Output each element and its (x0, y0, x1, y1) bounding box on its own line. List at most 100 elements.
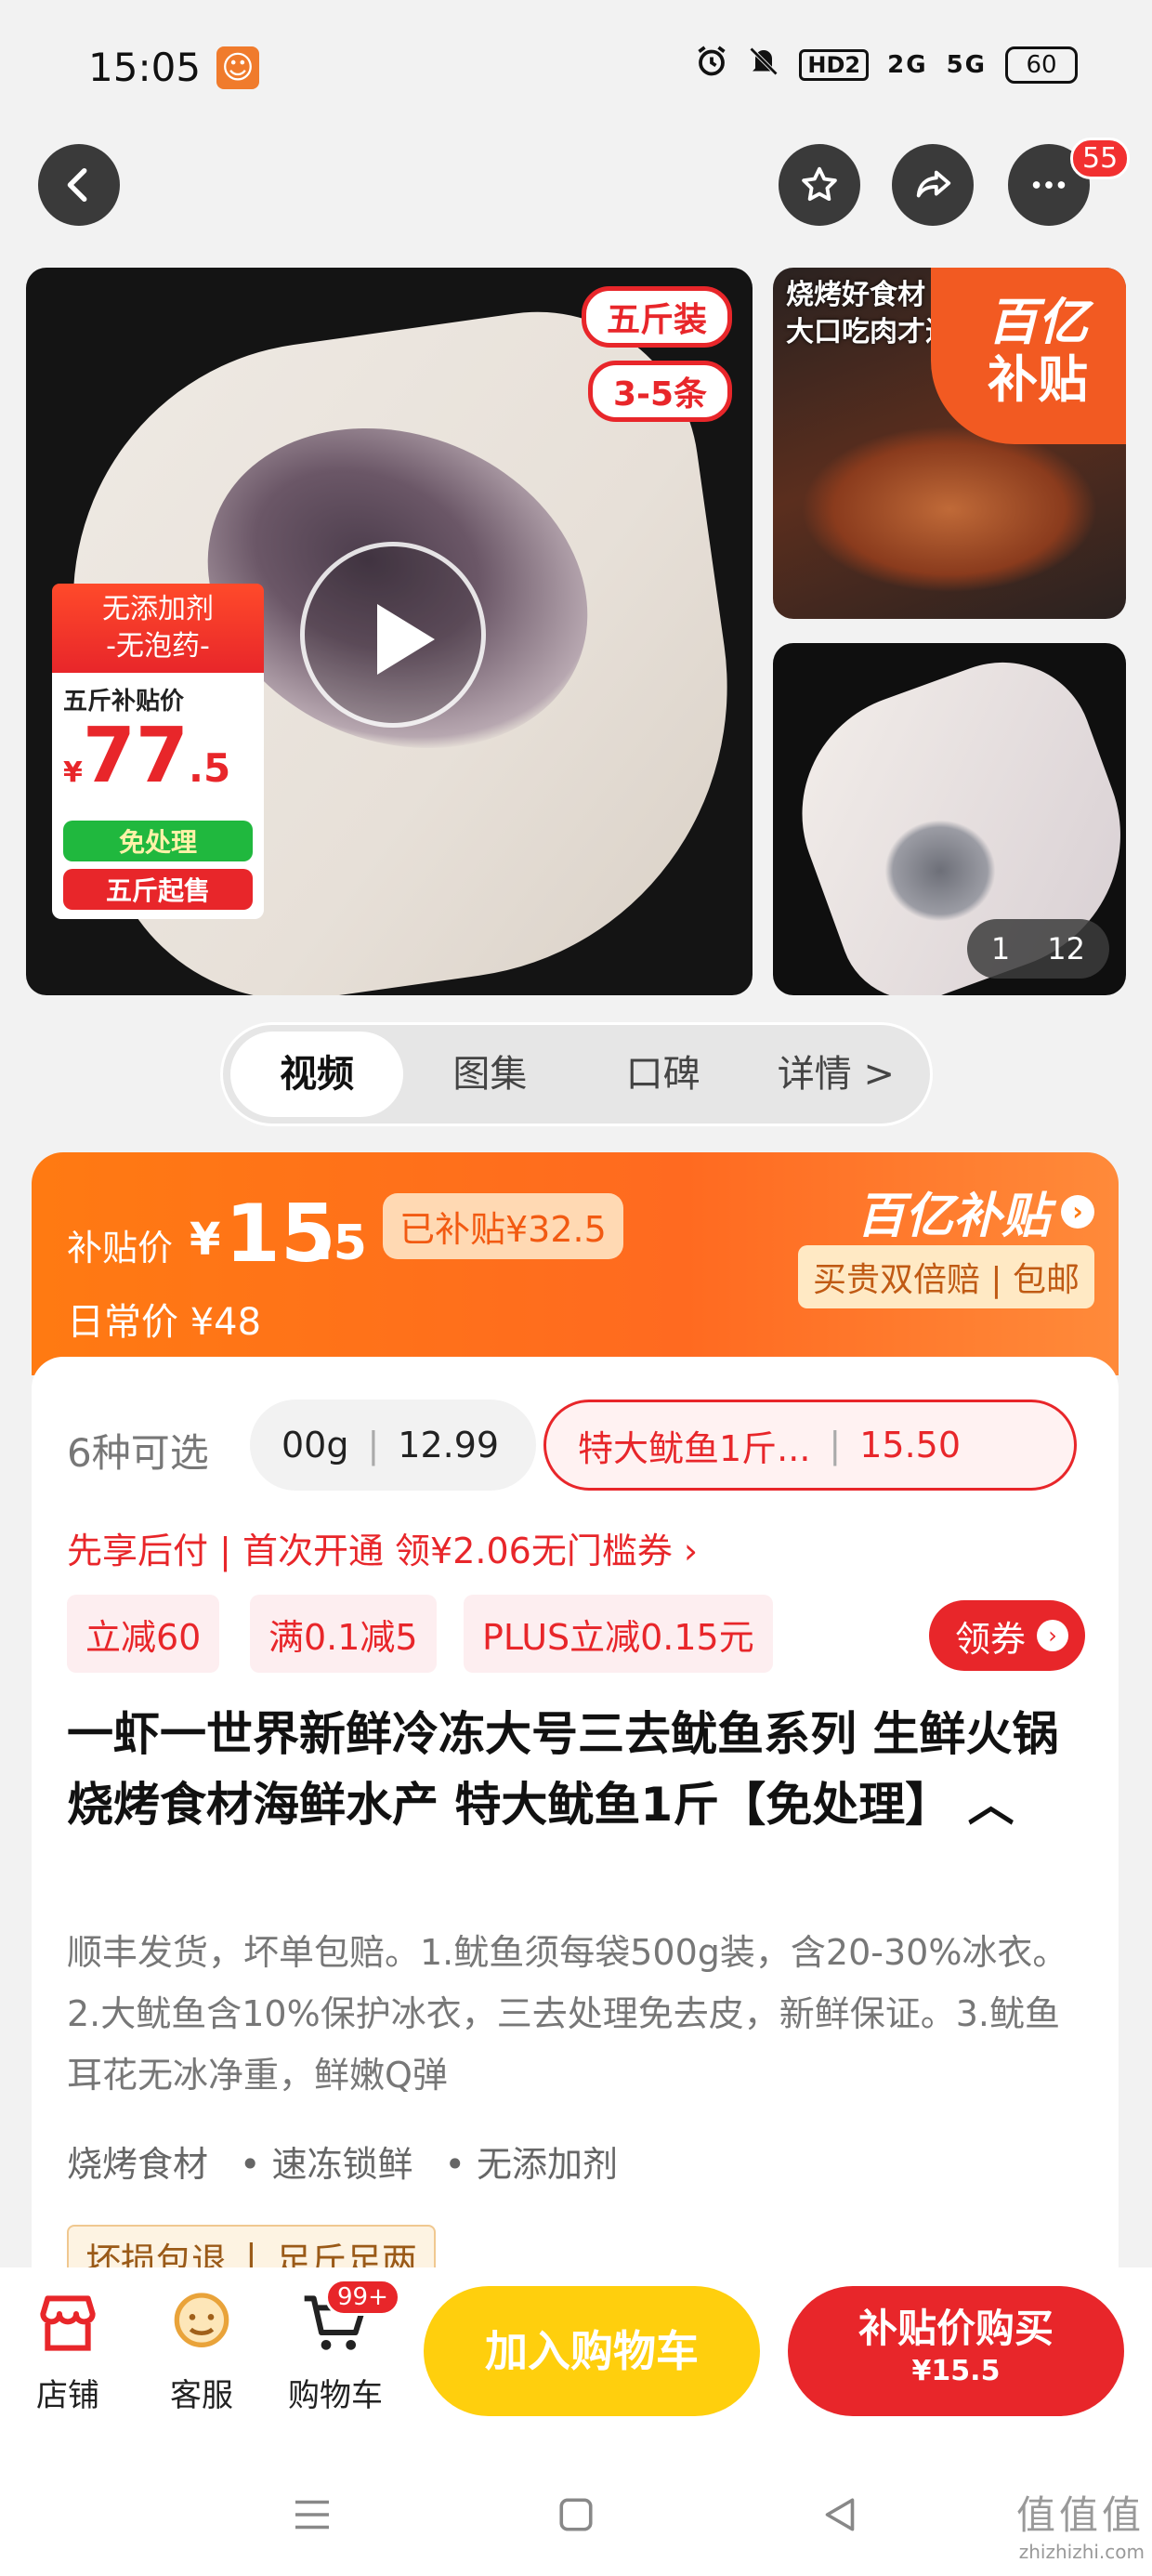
back-triangle-icon[interactable] (815, 2490, 865, 2540)
get-coupon-button[interactable]: 领券 › (928, 1600, 1085, 1671)
image-counter-current: 1 (990, 931, 1011, 966)
thumbnail-caption: 烧烤好食材 大口吃肉才过 (786, 277, 953, 351)
price-header: 补贴价 ¥ 15 .5 已补贴¥32.5 日常价 ¥48 百亿补贴 › 买贵双倍… (32, 1152, 1119, 1375)
image-counter: 1 12 (966, 919, 1109, 979)
media-tabs: 视频 图集 口碑 详情 > (220, 1022, 933, 1126)
status-time: 15:05 (88, 45, 202, 90)
chevron-right-icon: › (1061, 1194, 1094, 1229)
thumbnail-caption-line-2: 大口吃肉才过 (786, 316, 953, 348)
status-bar: 15:05 ☺ HD2 2G 5G 60 (0, 0, 1152, 139)
gallery-main-video[interactable]: 五斤装 3-5条 无添加剂 -无泡药- 五斤补贴价 ¥77.5 免处理 五斤起售 (26, 268, 753, 995)
price-currency: ¥ (190, 1214, 221, 1266)
feature-tag: • 速冻锁鲜 (240, 2144, 413, 2185)
promo-tag-discount: 立减60 (67, 1595, 220, 1673)
watermark-url: zhizhizhi.com (1018, 2541, 1145, 2563)
subsidy-price-label: 补贴价 (67, 1228, 174, 1268)
mute-icon (747, 45, 780, 85)
cart-count-badge: 99+ (325, 2279, 400, 2316)
buy-now-label: 补贴价购买 (857, 2306, 1054, 2351)
alarm-icon (695, 45, 728, 85)
promo-currency: ¥ (63, 756, 83, 789)
app-notification-icon: ☺ (216, 46, 259, 89)
promo-body: 五斤补贴价 ¥77.5 免处理 五斤起售 (52, 673, 264, 919)
subsidy-brand-link[interactable]: 百亿补贴 › (857, 1176, 1094, 1246)
price-dec: .5 (315, 1216, 367, 1271)
sku-option-1[interactable]: 00g | 12.99 (250, 1400, 536, 1491)
subsidy-brand-label: 百亿补贴 (856, 1189, 1050, 1244)
sku-option-2-price: 15.50 (859, 1425, 962, 1465)
gallery-thumbnail-1[interactable]: 烧烤好食材 大口吃肉才过 百亿 补贴 (773, 268, 1126, 619)
tab-gallery[interactable]: 图集 (403, 1032, 576, 1117)
add-to-cart-button[interactable]: 加入购物车 (424, 2286, 760, 2416)
guarantee-pill[interactable]: 买贵双倍赔 | 包邮 (797, 1245, 1094, 1308)
share-icon (916, 170, 951, 198)
share-button[interactable] (892, 144, 974, 226)
subsidy-badge: 百亿 补贴 (931, 268, 1126, 444)
promo-price-int: 77 (82, 712, 189, 800)
daily-price: 日常价 ¥48 (67, 1301, 262, 1344)
subsidy-amount-pill: 已补贴¥32.5 (383, 1193, 623, 1259)
pay-later-link[interactable]: 先享后付 | 首次开通 领¥2.06无门槛券 › (67, 1522, 698, 1573)
sku-separator: | (367, 1425, 380, 1465)
no-prep-chip: 免处理 (63, 821, 253, 861)
sku-option-2-selected[interactable]: 特大鱿鱼1斤... | 15.50 (543, 1400, 1077, 1491)
store-button[interactable]: 店铺 (7, 2286, 128, 2415)
promo-banner-line-2: -无泡药- (106, 630, 210, 663)
promo-banner-line-1: 无添加剂 (102, 593, 214, 625)
promo-card: 无添加剂 -无泡药- 五斤补贴价 ¥77.5 免处理 五斤起售 (52, 584, 264, 919)
signal-2g: 2G (887, 50, 928, 79)
back-button[interactable] (38, 144, 120, 226)
customer-service-icon (174, 2293, 229, 2347)
chevron-right-icon: › (1037, 1620, 1068, 1651)
count-tag: 3-5条 (587, 361, 732, 422)
more-badge: 55 (1070, 138, 1131, 179)
signal-5g: 5G (946, 50, 987, 79)
squid-tentacle-thumbnail (884, 820, 996, 922)
subsidy-badge-line-1: 百亿 (988, 293, 1088, 351)
grilled-squid-image (801, 426, 1098, 593)
promo-price: ¥77.5 (63, 716, 253, 813)
sku-count[interactable]: 6种可选 (67, 1422, 209, 1479)
tab-details[interactable]: 详情 > (750, 1032, 923, 1117)
store-icon (40, 2295, 96, 2351)
promo-banner: 无添加剂 -无泡药- (52, 584, 264, 673)
promo-price-dec: .5 (189, 745, 231, 791)
play-icon[interactable] (300, 542, 486, 728)
tab-reviews[interactable]: 口碑 (577, 1032, 750, 1117)
product-title[interactable]: 一虾一世界新鲜冷冻大号三去鱿鱼系列 生鲜火锅烧烤食材海鲜水产 特大鱿鱼1斤【免处… (67, 1699, 1089, 1840)
promo-tag-threshold: 满0.1减5 (250, 1595, 437, 1673)
feature-tags: 烧烤食材 • 速冻锁鲜 • 无添加剂 (67, 2136, 618, 2187)
tab-video[interactable]: 视频 (230, 1032, 404, 1117)
sku-option-2-name: 特大鱿鱼1斤... (578, 1427, 811, 1469)
cart-label: 购物车 (288, 2377, 383, 2414)
battery-icon: 60 (1005, 46, 1078, 84)
more-icon (1032, 181, 1066, 189)
buy-now-price: ¥15.5 (911, 2355, 1001, 2387)
menu-icon[interactable] (287, 2490, 337, 2540)
thumbnail-caption-line-1: 烧烤好食材 (786, 279, 925, 311)
product-description: 顺丰发货，坏单包赔。1.鱿鱼须每袋500g装，含20-30%冰衣。2.大鱿鱼含1… (67, 1932, 1068, 2096)
image-counter-total: 12 (1047, 931, 1085, 966)
feature-tag: • 无添加剂 (444, 2144, 619, 2185)
star-icon (802, 166, 837, 202)
store-label: 店铺 (36, 2377, 99, 2414)
chevron-left-icon (67, 167, 87, 203)
buy-now-button[interactable]: 补贴价购买 ¥15.5 (788, 2286, 1124, 2416)
promo-tag-plus: PLUS立减0.15元 (464, 1595, 773, 1673)
customer-service-button[interactable]: 客服 (141, 2286, 262, 2415)
feature-tag: 烧烤食材 (67, 2144, 209, 2185)
favorite-button[interactable] (779, 144, 860, 226)
status-indicators: HD2 2G 5G 60 (695, 45, 1078, 85)
watermark-logo-text: 值值值 (1015, 2492, 1145, 2538)
pack-size-tag: 五斤装 (581, 286, 732, 348)
min-order-chip: 五斤起售 (63, 869, 253, 910)
customer-service-label: 客服 (170, 2377, 233, 2414)
product-info-card: 6种可选 00g | 12.99 特大鱿鱼1斤... | 15.50 先享后付 … (32, 1357, 1119, 2290)
home-icon[interactable] (551, 2490, 601, 2540)
hd-badge: HD2 (799, 48, 870, 81)
watermark: 值值值 zhizhizhi.com (1016, 2484, 1145, 2563)
system-navigation (0, 2453, 1152, 2576)
gallery-thumbnail-2[interactable]: 1 12 (773, 643, 1126, 995)
subsidy-badge-line-2: 补贴 (988, 350, 1088, 409)
sku-option-1-name: 00g (281, 1425, 349, 1465)
